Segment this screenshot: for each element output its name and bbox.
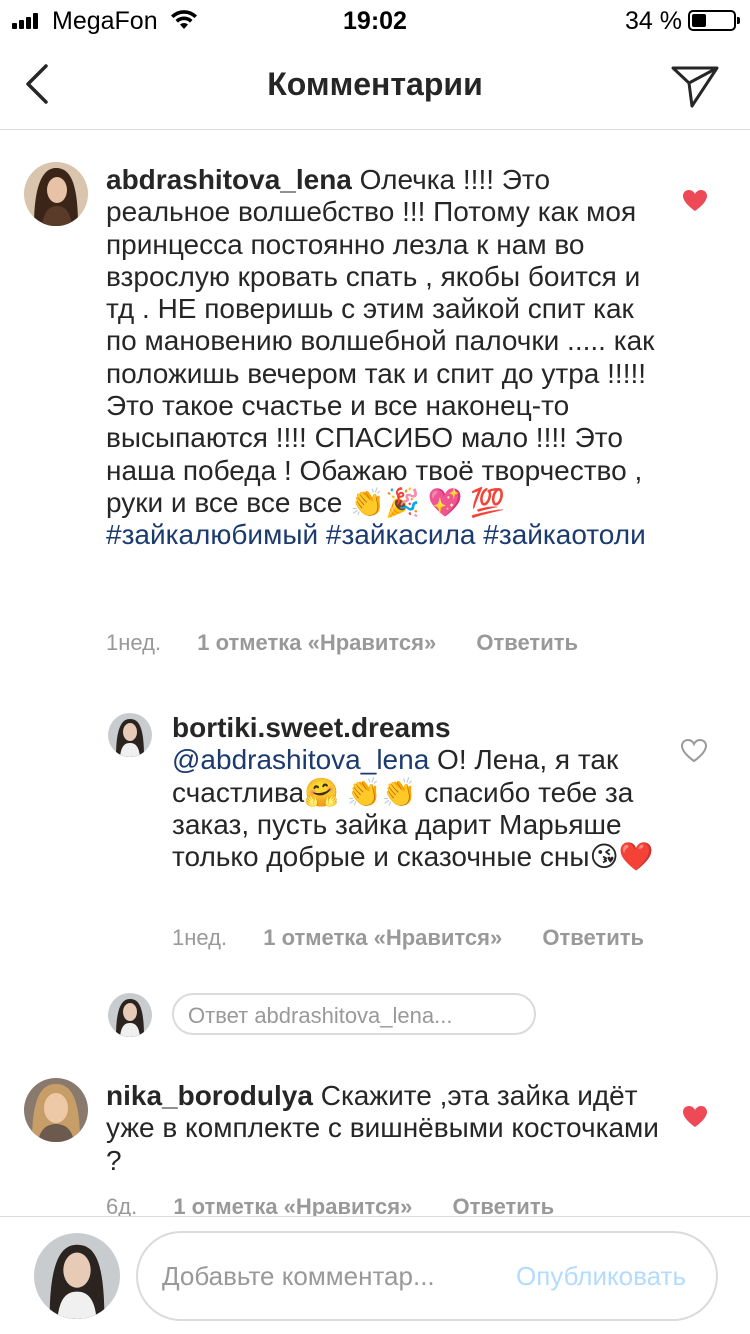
- direct-message-icon[interactable]: [670, 64, 720, 108]
- comment-input[interactable]: Добавьте комментар... Опубликовать: [136, 1231, 718, 1321]
- comment-body: abdrashitova_lena Олечка !!!! Это реальн…: [106, 164, 666, 552]
- reply-input[interactable]: Ответ abdrashitova_lena...: [172, 993, 536, 1035]
- comment-input-placeholder: Добавьте комментар...: [162, 1261, 435, 1291]
- likes-count[interactable]: 1 отметка «Нравится»: [263, 925, 502, 951]
- comment-time: 1нед.: [106, 630, 162, 655]
- avatar[interactable]: [108, 713, 152, 757]
- comment-username[interactable]: abdrashitova_lena: [106, 164, 352, 195]
- comment-composer: Добавьте комментар... Опубликовать: [0, 1216, 750, 1334]
- my-avatar: [108, 993, 152, 1037]
- comment-username[interactable]: bortiki.sweet.dreams: [172, 712, 451, 743]
- status-bar: MegaFon 19:02 34 %: [0, 0, 750, 40]
- comment-body: bortiki.sweet.dreams @abdrashitova_lena …: [172, 712, 662, 873]
- likes-count[interactable]: 1 отметка «Нравится»: [197, 630, 436, 656]
- battery-percent: 34 %: [625, 7, 682, 35]
- header: Комментарии: [0, 40, 750, 130]
- battery-icon: [688, 10, 740, 31]
- avatar[interactable]: [24, 162, 88, 226]
- page-title: Комментарии: [267, 66, 483, 102]
- comment-meta: 1нед. 1 отметка «Нравится» Ответить: [106, 630, 578, 656]
- post-button[interactable]: Опубликовать: [516, 1261, 686, 1292]
- user-mention[interactable]: @abdrashitova_lena: [172, 744, 429, 775]
- hashtag[interactable]: #зайкаотоли: [483, 519, 645, 550]
- reply-button[interactable]: Ответить: [476, 630, 578, 656]
- heart-filled-icon[interactable]: [682, 189, 708, 213]
- reply-button[interactable]: Ответить: [542, 925, 644, 951]
- comment-body: nika_borodulya Скажите ,эта зайка идёт у…: [106, 1080, 666, 1177]
- comment-username[interactable]: nika_borodulya: [106, 1080, 313, 1111]
- comment-meta: 1нед. 1 отметка «Нравится» Ответить: [172, 925, 644, 951]
- my-avatar: [34, 1233, 120, 1319]
- comment-time: 1нед.: [172, 925, 228, 950]
- comment-text: Олечка !!!! Это реальное волшебство !!! …: [106, 164, 655, 518]
- heart-outline-icon[interactable]: [681, 739, 707, 763]
- hashtag[interactable]: #зайкасила: [326, 519, 476, 550]
- heart-filled-icon[interactable]: [682, 1105, 708, 1129]
- hashtag[interactable]: #зайкалюбимый: [106, 519, 318, 550]
- avatar[interactable]: [24, 1078, 88, 1142]
- comment-emoji: 💖 💯: [427, 486, 506, 518]
